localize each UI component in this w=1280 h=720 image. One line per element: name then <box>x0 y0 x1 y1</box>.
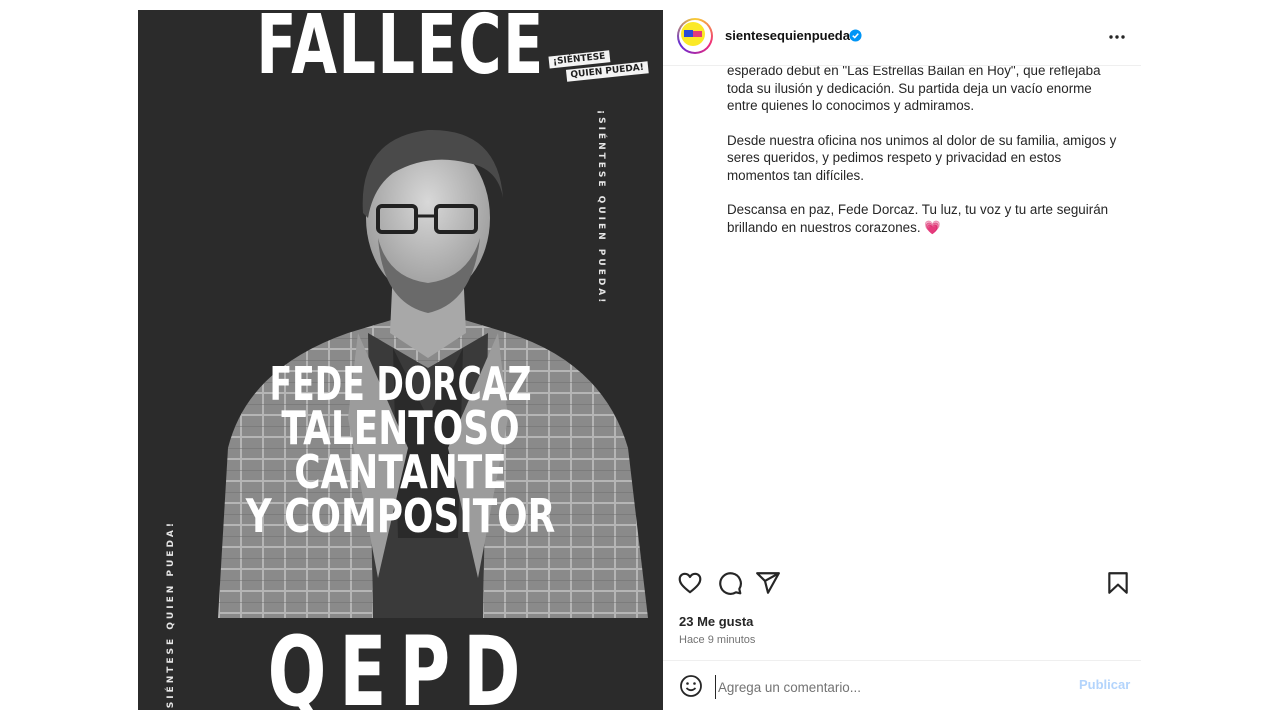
send-icon[interactable] <box>755 570 781 596</box>
overlay-line-role: Y COMPOSITOR <box>245 489 556 543</box>
username-link[interactable]: sientesequienpueda <box>725 28 850 43</box>
bookmark-icon[interactable] <box>1105 570 1131 596</box>
verified-badge-icon <box>849 29 862 42</box>
heart-icon[interactable] <box>677 570 703 596</box>
caption-paragraph: esperado debut en "Las Estrellas Bailan … <box>727 63 1101 113</box>
caption-paragraph: Descansa en paz, Fede Dorcaz. Tu luz, tu… <box>727 201 1122 236</box>
post-image[interactable]: FALLECE ¡SIÉNTESE QUIEN PUEDA! ¡SIÉNTESE… <box>138 10 663 710</box>
publish-button[interactable]: Publicar <box>1079 677 1130 692</box>
caption-paragraph-text: Descansa en paz, Fede Dorcaz. Tu luz, tu… <box>727 202 1109 235</box>
post-timestamp[interactable]: Hace 9 minutos <box>679 634 755 646</box>
smiley-icon[interactable] <box>679 674 703 698</box>
vertical-brand-text-left: ¡SIÉNTESE QUIEN PUEDA! <box>166 520 176 710</box>
post-actions <box>663 570 1141 600</box>
overlay-line-name: FEDE DORCAZ <box>269 357 532 411</box>
overlay-line-title: TALENTOSO CANTANTE <box>281 401 520 499</box>
comment-input[interactable] <box>715 675 1050 699</box>
comment-bar: Publicar <box>663 660 1141 711</box>
pink-heart-emoji: 💗 <box>924 219 941 235</box>
overlay-text-block: FEDE DORCAZ TALENTOSO CANTANTE Y COMPOSI… <box>138 357 663 543</box>
likes-count[interactable]: 23 Me gusta <box>679 614 753 629</box>
caption-paragraph: Desde nuestra oficina nos unimos al dolo… <box>727 132 1117 183</box>
post-header: sientesequienpueda <box>663 10 1141 66</box>
post-caption: esperado debut en "Las Estrellas Bailan … <box>727 62 1122 253</box>
comment-icon[interactable] <box>717 570 743 596</box>
headline-qepd: QEPD <box>267 616 534 710</box>
avatar[interactable] <box>677 18 713 54</box>
brand-logo-icon <box>681 22 705 46</box>
headline-fallece: FALLECE <box>256 10 545 93</box>
more-options-icon[interactable] <box>1107 29 1127 45</box>
post-side-panel: esperado debut en "Las Estrellas Bailan … <box>663 10 1141 710</box>
